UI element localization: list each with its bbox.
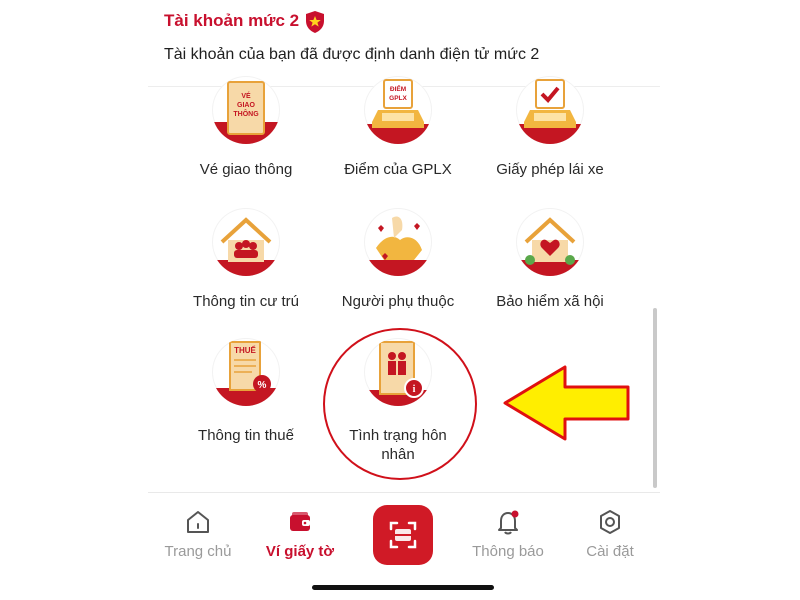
service-marital-status[interactable]: i Tình trạng hôn nhân: [313, 338, 483, 468]
service-license-points[interactable]: ĐIỂM GPLX Điểm của GPLX: [313, 76, 483, 186]
service-traffic-ticket[interactable]: VÉ GIAO THÔNG Vé giao thông: [161, 76, 331, 186]
svg-text:ĐIỂM: ĐIỂM: [390, 84, 406, 93]
star-shield-icon: [306, 11, 324, 33]
account-header: Tài khoản mức 2 Tài khoản của bạn đã đượ…: [0, 0, 800, 86]
wallet-icon: [290, 512, 310, 531]
scan-icon: [389, 521, 417, 549]
service-label: Thông tin cư trú: [193, 293, 299, 310]
service-label: Thông tin thuế: [198, 427, 294, 444]
settings-icon: [600, 510, 620, 534]
bottom-tab-bar: Trang chủ Ví giấy tờ Thông báo Cài đặt: [148, 492, 660, 577]
service-label: Vé giao thông: [199, 161, 293, 178]
service-label-line2: nhân: [381, 446, 415, 463]
service-label: Bảo hiểm xã hội: [496, 293, 604, 310]
tab-home[interactable]: Trang chủ: [148, 507, 248, 560]
bell-icon: [498, 510, 519, 535]
svg-text:i: i: [413, 384, 416, 395]
scan-qr-button[interactable]: [373, 505, 433, 565]
service-dependents[interactable]: Người phụ thuộc: [313, 208, 483, 318]
social-insurance-house-heart-icon: [516, 208, 584, 276]
tax-document-percent-icon: THUẾ %: [212, 338, 280, 406]
tab-label: Ví giấy tờ: [265, 543, 335, 560]
service-label: Điểm của GPLX: [344, 161, 452, 178]
dependents-hands-icon: [364, 208, 432, 276]
service-social-insurance[interactable]: Bảo hiểm xã hội: [465, 208, 635, 318]
yellow-arrow-icon: [503, 365, 630, 441]
service-tax-info[interactable]: THUẾ % Thông tin thuế: [161, 338, 331, 448]
svg-text:VÉ: VÉ: [241, 91, 251, 100]
marital-status-certificate-icon: i: [364, 338, 432, 406]
tab-notifications[interactable]: Thông báo: [458, 507, 558, 560]
svg-text:THÔNG: THÔNG: [233, 109, 259, 118]
service-residence-info[interactable]: Thông tin cư trú: [161, 208, 331, 318]
tab-document-wallet[interactable]: Ví giấy tờ: [250, 507, 350, 560]
service-label: Tình trạng hôn nhân: [313, 426, 483, 464]
tab-settings[interactable]: Cài đặt: [560, 507, 660, 560]
svg-text:GIAO: GIAO: [237, 102, 255, 109]
svg-text:THUẾ: THUẾ: [234, 345, 256, 355]
driving-license-check-icon: [516, 76, 584, 144]
tab-label: Cài đặt: [586, 543, 634, 560]
license-points-car-icon: ĐIỂM GPLX: [364, 76, 432, 144]
svg-text:%: %: [258, 380, 267, 391]
tab-label: Trang chủ: [164, 543, 232, 560]
home-indicator: [312, 585, 494, 590]
service-label: Giấy phép lái xe: [496, 161, 604, 178]
scrollbar[interactable]: [653, 308, 657, 488]
service-driving-license[interactable]: Giấy phép lái xe: [465, 76, 635, 186]
service-label-line1: Tình trạng hôn: [349, 427, 447, 444]
account-level-description: Tài khoản của bạn đã được định danh điện…: [164, 46, 540, 63]
service-label: Người phụ thuộc: [341, 293, 455, 310]
home-icon: [187, 511, 209, 533]
residence-house-icon: [212, 208, 280, 276]
traffic-ticket-icon: VÉ GIAO THÔNG: [212, 76, 280, 144]
svg-text:GPLX: GPLX: [389, 95, 407, 102]
tab-label: Thông báo: [472, 543, 544, 560]
account-level-title: Tài khoản mức 2: [164, 11, 300, 30]
